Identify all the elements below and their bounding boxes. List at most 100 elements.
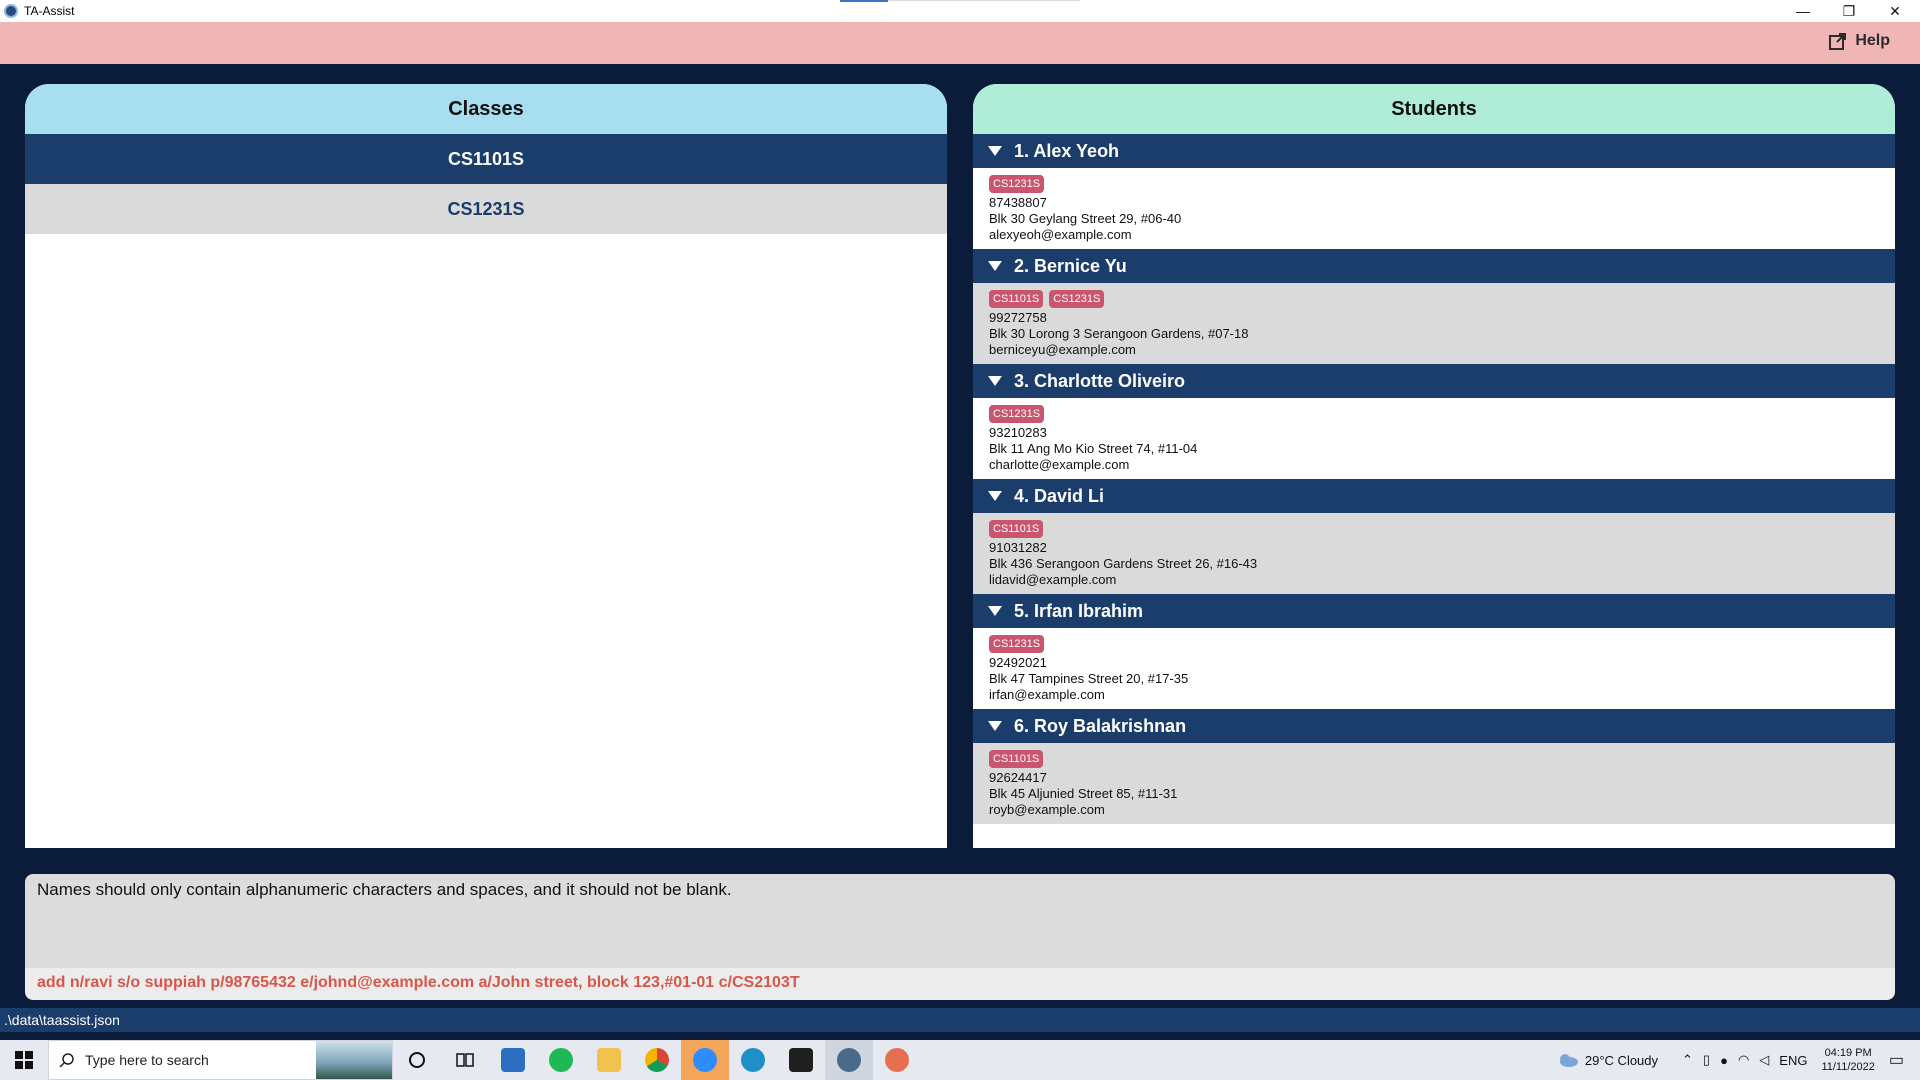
expand-triangle-icon[interactable]	[988, 721, 1002, 731]
class-tag: CS1101S	[989, 520, 1044, 538]
weather-text[interactable]: 29°C Cloudy	[1585, 1053, 1658, 1068]
class-tag: CS1101S	[989, 290, 1044, 308]
taskbar-clock[interactable]: 04:19 PM 11/11/2022	[1821, 1046, 1874, 1074]
classes-header: Classes	[25, 84, 947, 134]
student-address: Blk 11 Ang Mo Kio Street 74, #11-04	[989, 441, 1198, 456]
clock-date: 11/11/2022	[1821, 1061, 1875, 1073]
restore-button[interactable]: ❐	[1826, 0, 1872, 22]
class-tag: CS1101S	[989, 750, 1044, 768]
search-icon	[59, 1053, 74, 1068]
student-address: Blk 47 Tampines Street 20, #17-35	[989, 671, 1189, 686]
student-card-body: CS1101S 92624417 Blk 45 Aljunied Street …	[973, 743, 1895, 824]
chevron-up-icon[interactable]: ⌃	[1682, 1052, 1693, 1068]
title-bar: TA-Assist — ❐ ✕	[0, 0, 1920, 22]
expand-triangle-icon[interactable]	[988, 491, 1002, 501]
student-card-body: CS1101S 91031282 Blk 436 Serangoon Garde…	[973, 513, 1895, 594]
student-address: Blk 30 Lorong 3 Serangoon Gardens, #07-1…	[989, 326, 1249, 341]
students-header: Students	[973, 84, 1895, 134]
student-name: 4. David Li	[1014, 485, 1105, 506]
class-item-cs1101s[interactable]: CS1101S	[25, 134, 947, 184]
status-bar: .\data\taassist.json	[0, 1008, 1920, 1032]
student-card-header[interactable]: 4. David Li	[973, 479, 1895, 513]
battery-icon[interactable]: ▯	[1703, 1052, 1710, 1068]
student-name: 6. Roy Balakrishnan	[1014, 715, 1187, 736]
spotify-icon[interactable]	[537, 1040, 585, 1080]
class-tag: CS1231S	[989, 175, 1045, 193]
help-button[interactable]: Help	[1829, 32, 1890, 50]
expand-triangle-icon[interactable]	[988, 261, 1002, 271]
cortana-icon[interactable]	[393, 1040, 441, 1080]
student-address: Blk 436 Serangoon Gardens Street 26, #16…	[989, 556, 1258, 571]
data-file-path: .\data\taassist.json	[4, 1012, 120, 1028]
student-phone: 91031282	[989, 540, 1047, 555]
cloudy-weather-icon	[1559, 1054, 1578, 1067]
external-link-icon	[1829, 32, 1847, 50]
class-tag: CS1231S	[989, 635, 1045, 653]
student-name: 3. Charlotte Oliveiro	[1014, 370, 1186, 391]
student-name: 2. Bernice Yu	[1014, 255, 1127, 276]
title-divider-line	[888, 0, 1080, 1]
student-phone: 92492021	[989, 655, 1047, 670]
terminal-icon[interactable]	[777, 1040, 825, 1080]
file-explorer-icon[interactable]	[585, 1040, 633, 1080]
volume-icon[interactable]: ◁	[1759, 1052, 1769, 1068]
student-phone: 93210283	[989, 425, 1047, 440]
class-item-cs1231s[interactable]: CS1231S	[25, 184, 947, 234]
students-panel: Students 1. Alex Yeoh CS1231S 87438807 B…	[973, 84, 1895, 848]
student-card-body: CS1231S 93210283 Blk 11 Ang Mo Kio Stree…	[973, 398, 1895, 479]
java-app-icon[interactable]	[825, 1040, 873, 1080]
expand-triangle-icon[interactable]	[988, 146, 1002, 156]
system-tray: 29°C Cloudy ⌃ ▯ ● ◠ ◁ ENG 04:19 PM 11/11…	[1557, 1040, 1920, 1080]
student-address: Blk 45 Aljunied Street 85, #11-31	[989, 786, 1178, 801]
command-input[interactable]: add n/ravi s/o suppiah p/98765432 e/john…	[25, 968, 1895, 1000]
os-taskbar: Type here to search 29°C Cloudy ⌃ ▯ ● ◠ …	[0, 1040, 1920, 1080]
student-phone: 87438807	[989, 195, 1047, 210]
expand-triangle-icon[interactable]	[988, 376, 1002, 386]
student-card-body: CS1101S CS1231S 99272758 Blk 30 Lorong 3…	[973, 283, 1895, 364]
student-card-header[interactable]: 5. Irfan Ibrahim	[973, 594, 1895, 628]
student-card-header[interactable]: 3. Charlotte Oliveiro	[973, 364, 1895, 398]
student-email: lidavid@example.com	[989, 572, 1117, 587]
search-highlight-image	[316, 1041, 392, 1079]
student-address: Blk 30 Geylang Street 29, #06-40	[989, 211, 1182, 226]
student-card-body: CS1231S 92492021 Blk 47 Tampines Street …	[973, 628, 1895, 709]
close-button[interactable]: ✕	[1872, 0, 1918, 22]
app-icon	[4, 4, 18, 18]
expand-triangle-icon[interactable]	[988, 606, 1002, 616]
student-email: irfan@example.com	[989, 687, 1105, 702]
chrome-icon[interactable]	[633, 1040, 681, 1080]
student-name: 1. Alex Yeoh	[1014, 140, 1120, 161]
menu-bar: Help	[0, 22, 1920, 64]
student-card-header[interactable]: 2. Bernice Yu	[973, 249, 1895, 283]
minimize-button[interactable]: —	[1780, 0, 1826, 22]
student-card-header[interactable]: 6. Roy Balakrishnan	[973, 709, 1895, 743]
student-email: charlotte@example.com	[989, 457, 1130, 472]
language-indicator[interactable]: ENG	[1779, 1053, 1807, 1068]
clock-time: 04:19 PM	[1824, 1047, 1872, 1059]
help-label: Help	[1855, 32, 1890, 49]
notification-icon[interactable]: ▭	[1889, 1050, 1904, 1070]
class-tag: CS1231S	[1049, 290, 1105, 308]
edge-icon[interactable]	[729, 1040, 777, 1080]
student-phone: 92624417	[989, 770, 1047, 785]
student-email: berniceyu@example.com	[989, 342, 1136, 357]
zoom-icon[interactable]	[681, 1040, 729, 1080]
search-placeholder: Type here to search	[85, 1052, 209, 1068]
taskbar-search-box[interactable]: Type here to search	[48, 1040, 393, 1080]
result-display: Names should only contain alphanumeric c…	[25, 874, 1895, 968]
student-phone: 99272758	[989, 310, 1047, 325]
mail-icon[interactable]	[489, 1040, 537, 1080]
task-view-icon[interactable]	[441, 1040, 489, 1080]
wifi-icon[interactable]: ◠	[1738, 1052, 1749, 1068]
windows-start-button[interactable]	[0, 1040, 48, 1080]
microphone-icon[interactable]: ●	[1720, 1053, 1728, 1068]
windows-logo-icon	[15, 1051, 33, 1069]
student-email: royb@example.com	[989, 802, 1105, 817]
window-title: TA-Assist	[24, 4, 75, 18]
student-card-body: CS1231S 87438807 Blk 30 Geylang Street 2…	[973, 168, 1895, 249]
java-icon[interactable]	[873, 1040, 921, 1080]
title-accent-line	[840, 0, 888, 2]
class-tag: CS1231S	[989, 405, 1045, 423]
student-card-header[interactable]: 1. Alex Yeoh	[973, 134, 1895, 168]
student-email: alexyeoh@example.com	[989, 227, 1132, 242]
